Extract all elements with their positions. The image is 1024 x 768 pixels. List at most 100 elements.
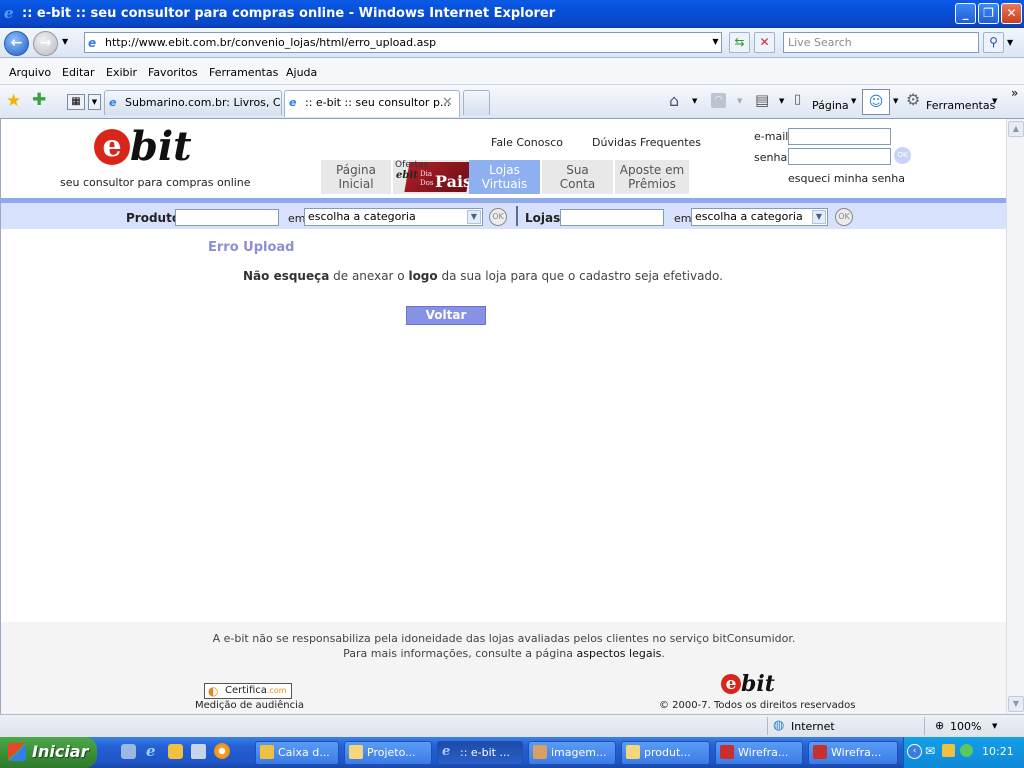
nav-label-line2: Conta bbox=[559, 177, 596, 191]
task-caixa[interactable]: Caixa d... bbox=[255, 741, 339, 765]
zoom-dropdown-icon[interactable]: ▼ bbox=[992, 722, 997, 730]
close-tab-icon[interactable]: ✕ bbox=[442, 91, 453, 114]
quicklaunch-ie-icon[interactable]: e bbox=[146, 742, 156, 760]
mail-icon[interactable]: ✉ bbox=[925, 744, 935, 758]
voltar-button[interactable]: Voltar bbox=[406, 306, 486, 325]
task-ebit[interactable]: e:: e-bit ... bbox=[437, 741, 523, 765]
print-dropdown-icon[interactable]: ▼ bbox=[779, 97, 784, 105]
maximize-button[interactable]: ❐ bbox=[978, 3, 999, 24]
messenger-icon[interactable]: ☺ bbox=[862, 89, 890, 115]
url-text: http://www.ebit.com.br/convenio_lojas/ht… bbox=[105, 36, 437, 49]
forward-button[interactable]: → bbox=[33, 31, 58, 56]
task-label: Wirefra... bbox=[831, 746, 882, 759]
chevron-more-icon[interactable]: » bbox=[1011, 86, 1018, 100]
email-field[interactable] bbox=[788, 128, 891, 145]
password-field[interactable] bbox=[788, 148, 891, 165]
produto-category-select[interactable]: escolha a categoria ▼ bbox=[304, 208, 483, 226]
forgot-password-link[interactable]: esqueci minha senha bbox=[788, 172, 905, 185]
search-options-dropdown-icon[interactable]: ▼ bbox=[1007, 38, 1013, 47]
task-projeto[interactable]: Projeto... bbox=[344, 741, 432, 765]
quicklaunch-explorer-icon[interactable] bbox=[191, 744, 206, 759]
stop-button[interactable]: ✕ bbox=[754, 32, 775, 53]
home-dropdown-icon[interactable]: ▼ bbox=[692, 97, 697, 105]
ie-logo-icon: e bbox=[4, 4, 14, 22]
live-search-input[interactable]: Live Search bbox=[783, 32, 979, 53]
refresh-button[interactable]: ⇆ bbox=[729, 32, 750, 53]
windows-taskbar: Iniciar e Caixa d... Projeto... e:: e-bi… bbox=[0, 737, 1024, 768]
url-dropdown-icon[interactable]: ▼ bbox=[705, 32, 726, 53]
search-bar: Produto em escolha a categoria ▼ OK Loja… bbox=[1, 198, 1006, 229]
select-value: escolha a categoria bbox=[308, 210, 416, 223]
quicklaunch-media-icon[interactable] bbox=[214, 743, 230, 759]
recent-pages-dropdown-icon[interactable]: ▼ bbox=[62, 37, 68, 46]
print-icon[interactable]: ▤ bbox=[755, 91, 769, 109]
lojas-ok-button[interactable]: OK bbox=[835, 208, 853, 226]
window-titlebar[interactable]: e :: e-bit :: seu consultor para compras… bbox=[0, 0, 1024, 28]
lojas-search-input[interactable] bbox=[560, 209, 664, 226]
select-value: escolha a categoria bbox=[695, 210, 803, 223]
task-label: Wirefra... bbox=[738, 746, 789, 759]
menu-favoritos[interactable]: Favoritos bbox=[148, 66, 198, 79]
lojas-category-select[interactable]: escolha a categoria ▼ bbox=[691, 208, 828, 226]
nav-pagina-inicial[interactable]: Página Inicial bbox=[321, 160, 391, 194]
certifica-badge[interactable]: ◐ Certifica.com bbox=[204, 683, 292, 699]
reminder-icon[interactable] bbox=[942, 744, 955, 757]
menu-exibir[interactable]: Exibir bbox=[106, 66, 137, 79]
zoom-level[interactable]: 100% bbox=[950, 720, 981, 733]
quicklaunch-desktop-icon[interactable] bbox=[121, 744, 136, 759]
divider bbox=[924, 717, 925, 735]
task-wireframe-1[interactable]: Wirefra... bbox=[715, 741, 803, 765]
tools-menu-button[interactable]: Ferramentas bbox=[926, 99, 995, 112]
produto-ok-button[interactable]: OK bbox=[489, 208, 507, 226]
home-icon[interactable]: ⌂ bbox=[669, 91, 679, 110]
produto-label: Produto bbox=[126, 211, 181, 225]
task-wireframe-2[interactable]: Wirefra... bbox=[808, 741, 898, 765]
menu-ferramentas[interactable]: Ferramentas bbox=[209, 66, 278, 79]
start-button[interactable]: Iniciar bbox=[0, 737, 97, 768]
vertical-scrollbar[interactable]: ▲ ▼ bbox=[1006, 119, 1024, 714]
link-duvidas-frequentes[interactable]: Dúvidas Frequentes bbox=[592, 136, 701, 149]
search-icon[interactable]: ⚲ bbox=[983, 32, 1004, 53]
link-fale-conosco[interactable]: Fale Conosco bbox=[491, 136, 563, 149]
menu-arquivo[interactable]: Arquivo bbox=[9, 66, 51, 79]
messenger-dropdown-icon[interactable]: ▼ bbox=[893, 97, 898, 105]
nav-sua-conta[interactable]: Sua Conta bbox=[542, 160, 613, 194]
task-imagem[interactable]: imagem... bbox=[528, 741, 616, 765]
feeds-icon[interactable]: ◠ bbox=[711, 93, 726, 108]
tab-submarino[interactable]: e Submarino.com.br: Livros, C... bbox=[104, 90, 282, 115]
page-menu-button[interactable]: Página bbox=[812, 99, 849, 112]
new-tab-button[interactable] bbox=[463, 90, 490, 115]
page-dropdown-icon[interactable]: ▼ bbox=[851, 97, 856, 105]
tab-bar: ★ ✚ ▦ ▼ e Submarino.com.br: Livros, C...… bbox=[0, 85, 1024, 119]
tab-list-dropdown-icon[interactable]: ▼ bbox=[88, 94, 101, 110]
tab-ebit[interactable]: e :: e-bit :: seu consultor p... ✕ bbox=[284, 90, 460, 117]
add-favorite-icon[interactable]: ✚ bbox=[32, 90, 46, 110]
task-produt[interactable]: produt... bbox=[621, 741, 710, 765]
clock[interactable]: 10:21 bbox=[982, 745, 1014, 758]
ebit-logo[interactable]: e bit bbox=[94, 125, 192, 169]
nav-aposte-em-premios[interactable]: Aposte em Prêmios bbox=[615, 160, 689, 194]
folder-icon bbox=[349, 745, 363, 759]
feeds-dropdown-icon[interactable]: ▼ bbox=[737, 97, 742, 105]
tools-dropdown-icon[interactable]: ▼ bbox=[992, 97, 997, 105]
scroll-up-icon[interactable]: ▲ bbox=[1008, 121, 1024, 137]
back-button[interactable]: ← bbox=[4, 31, 29, 56]
menu-editar[interactable]: Editar bbox=[62, 66, 95, 79]
close-button[interactable]: ✕ bbox=[1001, 3, 1022, 24]
window-title: :: e-bit :: seu consultor para compras o… bbox=[22, 6, 556, 21]
minimize-button[interactable]: _ bbox=[955, 3, 976, 24]
dia-dos-pais-promo[interactable]: Ofertas ebit Dia Dos Pais bbox=[393, 160, 469, 194]
show-hidden-icons-icon[interactable]: ‹ bbox=[907, 744, 922, 759]
quick-tabs-icon[interactable]: ▦ bbox=[67, 94, 85, 110]
nav-lojas-virtuais[interactable]: Lojas Virtuais bbox=[469, 160, 540, 194]
aspectos-legais-link[interactable]: aspectos legais bbox=[576, 647, 661, 660]
messenger-status-icon[interactable] bbox=[960, 744, 973, 757]
favorites-star-icon[interactable]: ★ bbox=[6, 91, 21, 111]
login-ok-button[interactable]: OK bbox=[894, 147, 911, 164]
url-input[interactable]: e http://www.ebit.com.br/convenio_lojas/… bbox=[84, 32, 722, 53]
audience-label: Medição de audiência bbox=[195, 700, 304, 711]
produto-search-input[interactable] bbox=[175, 209, 279, 226]
scroll-down-icon[interactable]: ▼ bbox=[1008, 696, 1024, 712]
menu-ajuda[interactable]: Ajuda bbox=[286, 66, 317, 79]
quicklaunch-outlook-icon[interactable] bbox=[168, 744, 183, 759]
